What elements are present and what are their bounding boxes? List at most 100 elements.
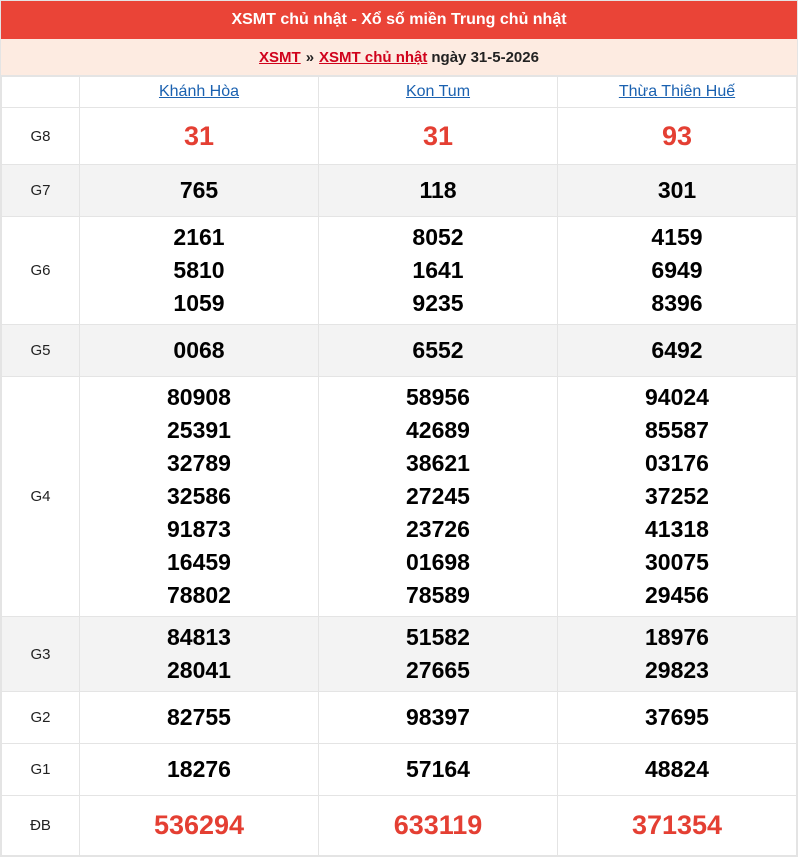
prize-cell: 0068 bbox=[79, 324, 319, 377]
prize-cell: 371354 bbox=[557, 795, 797, 856]
prize-number: 5810 bbox=[173, 257, 225, 283]
prize-number: 31 bbox=[422, 120, 454, 151]
prize-number: 16459 bbox=[167, 549, 231, 575]
prize-number: 1641 bbox=[412, 257, 464, 283]
prize-number: 82755 bbox=[167, 704, 231, 730]
prize-number: 8052 bbox=[412, 224, 464, 250]
prize-number: 765 bbox=[179, 177, 219, 203]
prize-cell: 37695 bbox=[557, 691, 797, 744]
prize-number: 28041 bbox=[167, 657, 231, 683]
prize-row: G8 31 31 93 bbox=[1, 107, 797, 165]
breadcrumb-separator: » bbox=[305, 48, 315, 66]
prize-number: 37695 bbox=[645, 704, 709, 730]
prize-number: 80908 bbox=[167, 384, 231, 410]
breadcrumb-link-xsmt[interactable]: XSMT bbox=[259, 49, 301, 66]
province-header-row: Khánh Hòa Kon Tum Thừa Thiên Huế bbox=[1, 76, 797, 108]
prize-row: G4 80908 25391 32789 32586 91873 16459 78802 589… bbox=[1, 376, 797, 617]
prize-number: 27245 bbox=[406, 483, 470, 509]
prize-number: 91873 bbox=[167, 516, 231, 542]
prize-number: 51582 bbox=[406, 624, 470, 650]
prize-cell: 51582 27665 bbox=[318, 616, 558, 692]
prize-number: 57164 bbox=[406, 756, 470, 782]
prize-number: 536294 bbox=[153, 810, 245, 840]
prize-number: 58956 bbox=[406, 384, 470, 410]
prize-label: G4 bbox=[1, 376, 80, 617]
prize-cell: 93 bbox=[557, 107, 797, 165]
prize-number: 27665 bbox=[406, 657, 470, 683]
prize-number: 1059 bbox=[173, 290, 225, 316]
prize-number: 0068 bbox=[173, 337, 225, 363]
prize-number: 301 bbox=[657, 177, 697, 203]
prize-number: 48824 bbox=[645, 756, 709, 782]
prize-cell: 58956 42689 38621 27245 23726 01698 78589 bbox=[318, 376, 558, 617]
prize-number: 25391 bbox=[167, 417, 231, 443]
prize-cell: 18976 29823 bbox=[557, 616, 797, 692]
prize-cell: 57164 bbox=[318, 743, 558, 796]
prize-number: 31 bbox=[183, 120, 215, 151]
page-title: XSMT chủ nhật - Xổ số miền Trung chủ nhậ… bbox=[1, 1, 797, 39]
results-panel: XSMT chủ nhật - Xổ số miền Trung chủ nhậ… bbox=[0, 0, 798, 857]
prize-row: G7 765 118 301 bbox=[1, 164, 797, 217]
prize-number: 85587 bbox=[645, 417, 709, 443]
prize-number: 9235 bbox=[412, 290, 464, 316]
prize-number: 98397 bbox=[406, 704, 470, 730]
prize-cell: 765 bbox=[79, 164, 319, 217]
prize-number: 93 bbox=[661, 120, 693, 151]
draw-date: ngày 31-5-2026 bbox=[431, 48, 539, 66]
prize-cell: 536294 bbox=[79, 795, 319, 856]
prize-number: 8396 bbox=[651, 290, 703, 316]
prize-cell: 84813 28041 bbox=[79, 616, 319, 692]
prize-cell: 31 bbox=[318, 107, 558, 165]
prize-row: G3 84813 28041 51582 27665 18976 29823 bbox=[1, 616, 797, 692]
prize-number: 371354 bbox=[631, 810, 723, 840]
prize-number: 4159 bbox=[651, 224, 703, 250]
prize-row: ĐB 536294 633119 371354 bbox=[1, 795, 797, 856]
results-table: Khánh Hòa Kon Tum Thừa Thiên Huế G8 31 31 9… bbox=[1, 76, 797, 856]
prize-number: 6949 bbox=[651, 257, 703, 283]
prize-cell: 2161 5810 1059 bbox=[79, 216, 319, 325]
prize-number: 32789 bbox=[167, 450, 231, 476]
prize-cell: 6492 bbox=[557, 324, 797, 377]
prize-cell: 118 bbox=[318, 164, 558, 217]
prize-number: 118 bbox=[419, 177, 457, 203]
breadcrumb-link-xsmt-sunday[interactable]: XSMT chủ nhật bbox=[319, 49, 427, 66]
prize-cell: 94024 85587 03176 37252 41318 30075 29456 bbox=[557, 376, 797, 617]
prize-cell: 4159 6949 8396 bbox=[557, 216, 797, 325]
prize-number: 42689 bbox=[406, 417, 470, 443]
prize-number: 41318 bbox=[645, 516, 709, 542]
prize-cell: 98397 bbox=[318, 691, 558, 744]
prize-label: G7 bbox=[1, 164, 80, 217]
province-link-khanh-hoa[interactable]: Khánh Hòa bbox=[159, 83, 239, 100]
prize-number: 01698 bbox=[406, 549, 470, 575]
prize-label: G5 bbox=[1, 324, 80, 377]
prize-number: 30075 bbox=[645, 549, 709, 575]
prize-number: 94024 bbox=[645, 384, 709, 410]
prize-number: 37252 bbox=[645, 483, 709, 509]
province-link-kon-tum[interactable]: Kon Tum bbox=[406, 83, 470, 100]
prize-label: G8 bbox=[1, 107, 80, 165]
prize-number: 6492 bbox=[651, 337, 703, 363]
prize-label: G6 bbox=[1, 216, 80, 325]
prize-label: G2 bbox=[1, 691, 80, 744]
prize-number: 633119 bbox=[393, 810, 483, 840]
prize-cell: 18276 bbox=[79, 743, 319, 796]
prize-cell: 31 bbox=[79, 107, 319, 165]
prize-cell: 8052 1641 9235 bbox=[318, 216, 558, 325]
prize-cell: 80908 25391 32789 32586 91873 16459 78802 bbox=[79, 376, 319, 617]
prize-number: 23726 bbox=[406, 516, 470, 542]
prize-row: G1 18276 57164 48824 bbox=[1, 743, 797, 796]
prize-row: G5 0068 6552 6492 bbox=[1, 324, 797, 377]
prize-row: G2 82755 98397 37695 bbox=[1, 691, 797, 744]
prize-label: G1 bbox=[1, 743, 80, 796]
prize-number: 6552 bbox=[412, 337, 464, 363]
prize-number: 18276 bbox=[167, 756, 231, 782]
prize-number: 38621 bbox=[406, 450, 470, 476]
corner-cell bbox=[1, 76, 80, 108]
prize-cell: 82755 bbox=[79, 691, 319, 744]
prize-number: 03176 bbox=[645, 450, 709, 476]
prize-number: 78589 bbox=[406, 582, 470, 608]
province-link-thua-thien-hue[interactable]: Thừa Thiên Huế bbox=[619, 83, 735, 100]
prize-number: 29456 bbox=[645, 582, 709, 608]
prize-number: 29823 bbox=[645, 657, 709, 683]
prize-number: 32586 bbox=[167, 483, 231, 509]
